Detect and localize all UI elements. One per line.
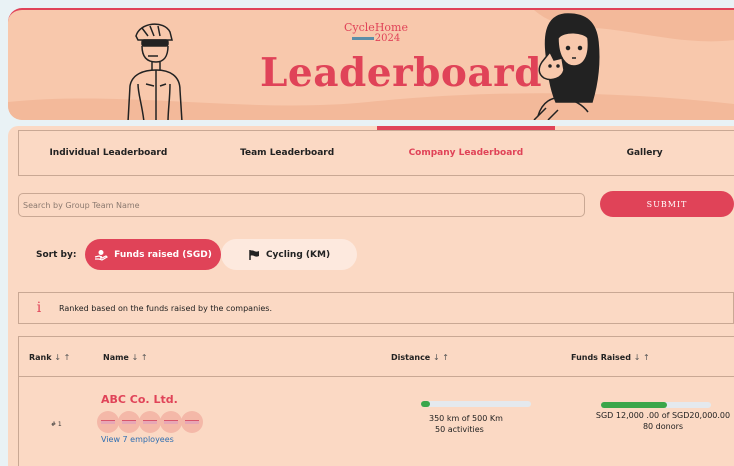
activities-count: 50 activities [435, 425, 484, 434]
info-banner: i Ranked based on the funds raised by th… [18, 292, 734, 324]
page-title: Leaderboard [260, 50, 543, 96]
sort-funds-button[interactable]: Funds raised (SGD) [85, 239, 221, 270]
sort-arrows-icon: ↓ ↑ [131, 353, 148, 362]
funds-progress-fill [601, 402, 667, 408]
logo-bar [351, 37, 374, 40]
leaderboard-panel: Individual Leaderboard Team Leaderboard … [8, 126, 734, 466]
funds-summary: SGD 12,000 .00 of SGD20,000.00 80 donors [579, 410, 734, 432]
header-name-label: Name [103, 353, 129, 362]
sort-cycling-label: Cycling (KM) [265, 249, 331, 260]
tab-team-leaderboard[interactable]: Team Leaderboard [198, 131, 377, 175]
leaderboard-table: Rank ↓ ↑ Name ↓ ↑ Distance ↓ ↑ Funds Rai… [18, 336, 734, 466]
sort-cycling-button[interactable]: Cycling (KM) [221, 239, 357, 270]
avatar [160, 411, 182, 433]
cyclist-illustration [127, 23, 183, 120]
info-text: Ranked based on the funds raised by the … [59, 303, 273, 313]
view-employees-link[interactable]: View 7 employees [101, 435, 174, 444]
header-funds[interactable]: Funds Raised ↓ ↑ [571, 353, 650, 362]
tab-individual-leaderboard[interactable]: Individual Leaderboard [19, 131, 198, 175]
distance-progress-fill [421, 401, 430, 407]
donors-count: 80 donors [642, 422, 684, 431]
hero-banner: CycleHome 2024 Leaderboard [8, 8, 734, 120]
distance-value: 350 km of 500 Km [429, 414, 503, 423]
avatar [139, 411, 161, 433]
leaderboard-tabs: Individual Leaderboard Team Leaderboard … [18, 126, 734, 176]
header-rank-label: Rank [29, 353, 52, 362]
search-input[interactable]: Search by Group Team Name [18, 193, 585, 217]
header-distance[interactable]: Distance ↓ ↑ [391, 353, 449, 362]
submit-button[interactable]: SUBMIT [600, 191, 734, 217]
event-logo: CycleHome 2024 [344, 22, 408, 44]
company-name[interactable]: ABC Co. Ltd. [101, 393, 178, 406]
donation-icon [95, 249, 109, 261]
logo-year: 2024 [374, 33, 401, 44]
avatar [97, 411, 119, 433]
rank-value: # 1 [51, 421, 62, 428]
funds-progress-bar [601, 402, 711, 408]
table-header: Rank ↓ ↑ Name ↓ ↑ Distance ↓ ↑ Funds Rai… [19, 337, 734, 377]
tab-gallery[interactable]: Gallery [555, 131, 734, 175]
header-name[interactable]: Name ↓ ↑ [103, 353, 148, 362]
sort-arrows-icon: ↓ ↑ [433, 353, 449, 362]
tab-company-leaderboard[interactable]: Company Leaderboard [376, 126, 556, 175]
avatar [181, 411, 203, 433]
header-rank[interactable]: Rank ↓ ↑ [29, 353, 70, 362]
girl-with-cat-illustration [533, 13, 600, 120]
sort-arrows-icon: ↓ ↑ [633, 353, 650, 362]
avatar [118, 411, 140, 433]
info-icon: i [36, 300, 42, 316]
header-distance-label: Distance [391, 353, 431, 362]
tab-label: Company Leaderboard [408, 148, 524, 158]
distance-progress-bar [421, 401, 531, 407]
distance-summary: 350 km of 500 Km 50 activities [429, 413, 503, 435]
sort-label: Sort by: [36, 250, 77, 260]
employee-avatars [97, 411, 203, 433]
sort-funds-label: Funds raised (SGD) [114, 249, 212, 260]
flag-icon [249, 249, 259, 260]
table-row[interactable]: # 1 ABC Co. Ltd. View 7 employees 350 km… [19, 377, 734, 466]
tab-label: Gallery [626, 148, 663, 158]
sort-arrows-icon: ↓ ↑ [54, 353, 71, 362]
header-funds-label: Funds Raised [571, 353, 631, 362]
funds-value: SGD 12,000 .00 of SGD20,000.00 [595, 411, 731, 420]
tab-label: Team Leaderboard [240, 148, 335, 158]
tab-label: Individual Leaderboard [49, 148, 168, 158]
